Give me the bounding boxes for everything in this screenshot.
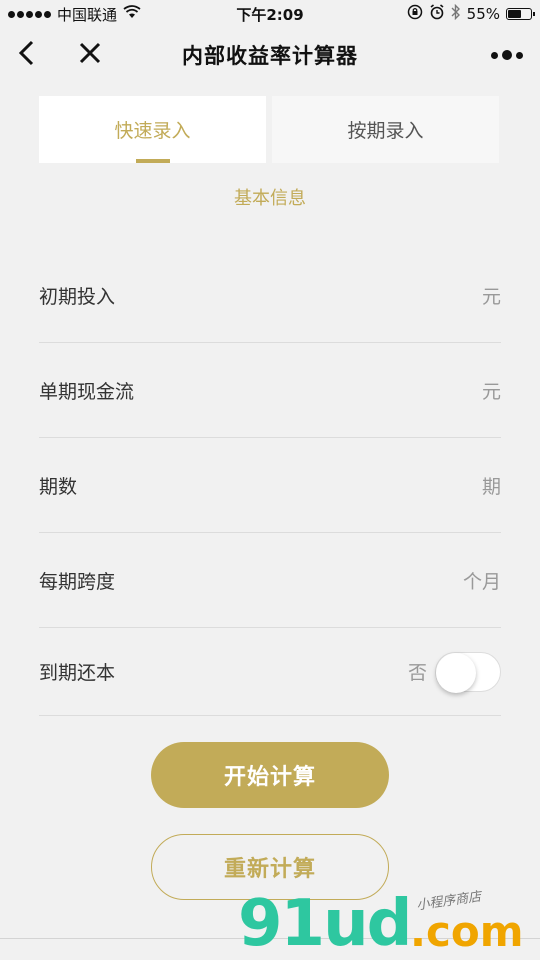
tab-quick-entry[interactable]: 快速录入 bbox=[39, 96, 266, 163]
principal-return-toggle[interactable] bbox=[435, 651, 501, 693]
toggle-knob bbox=[436, 652, 476, 693]
initial-investment-field[interactable]: 初期投入 元 bbox=[39, 248, 501, 343]
field-unit: 期 bbox=[481, 475, 501, 498]
principal-return-row: 到期还本 否 bbox=[39, 628, 501, 716]
page-title: 内部收益率计算器 bbox=[182, 44, 358, 68]
more-icon bbox=[491, 50, 523, 60]
field-label: 单期现金流 bbox=[39, 380, 135, 403]
field-unit: 元 bbox=[481, 285, 501, 308]
input-form: 初期投入 元 单期现金流 元 期数 期 每期跨度 个月 到期还本 否 bbox=[39, 248, 501, 716]
active-tab-indicator bbox=[135, 159, 170, 163]
more-button[interactable] bbox=[484, 28, 530, 82]
toggle-wrap: 否 bbox=[407, 651, 501, 693]
tab-label: 快速录入 bbox=[114, 120, 191, 142]
battery-icon bbox=[506, 8, 535, 20]
field-unit: 个月 bbox=[462, 570, 501, 593]
input-mode-tabs: 快速录入 按期录入 bbox=[39, 96, 499, 163]
watermark-logo: 91ud .com 小程序商店 bbox=[238, 888, 538, 960]
tab-label: 按期录入 bbox=[347, 120, 424, 142]
status-right: 55% bbox=[407, 3, 535, 24]
nav-bar: 内部收益率计算器 bbox=[0, 28, 540, 82]
tab-periodic-entry[interactable]: 按期录入 bbox=[272, 96, 499, 163]
toggle-state-text: 否 bbox=[407, 662, 427, 684]
wifi-icon bbox=[123, 5, 141, 23]
signal-strength-icon bbox=[8, 10, 51, 18]
periodic-cashflow-field[interactable]: 单期现金流 元 bbox=[39, 343, 501, 438]
alarm-icon bbox=[429, 4, 445, 24]
lock-rotation-icon bbox=[407, 4, 423, 24]
battery-percent: 55% bbox=[466, 5, 500, 23]
field-unit: 元 bbox=[481, 380, 501, 403]
bluetooth-icon bbox=[451, 3, 461, 24]
period-span-field[interactable]: 每期跨度 个月 bbox=[39, 533, 501, 628]
status-bar: 中国联通 下午2:09 55% bbox=[0, 0, 540, 28]
field-label: 到期还本 bbox=[39, 662, 116, 684]
section-title: 基本信息 bbox=[234, 188, 306, 209]
field-label: 每期跨度 bbox=[39, 570, 116, 593]
carrier-label: 中国联通 bbox=[57, 5, 118, 24]
field-label: 期数 bbox=[39, 475, 78, 498]
status-left: 中国联通 bbox=[8, 4, 141, 25]
field-label: 初期投入 bbox=[39, 285, 116, 308]
watermark-main: 91ud bbox=[238, 887, 412, 960]
calculate-button[interactable]: 开始计算 bbox=[151, 742, 389, 808]
period-count-field[interactable]: 期数 期 bbox=[39, 438, 501, 533]
